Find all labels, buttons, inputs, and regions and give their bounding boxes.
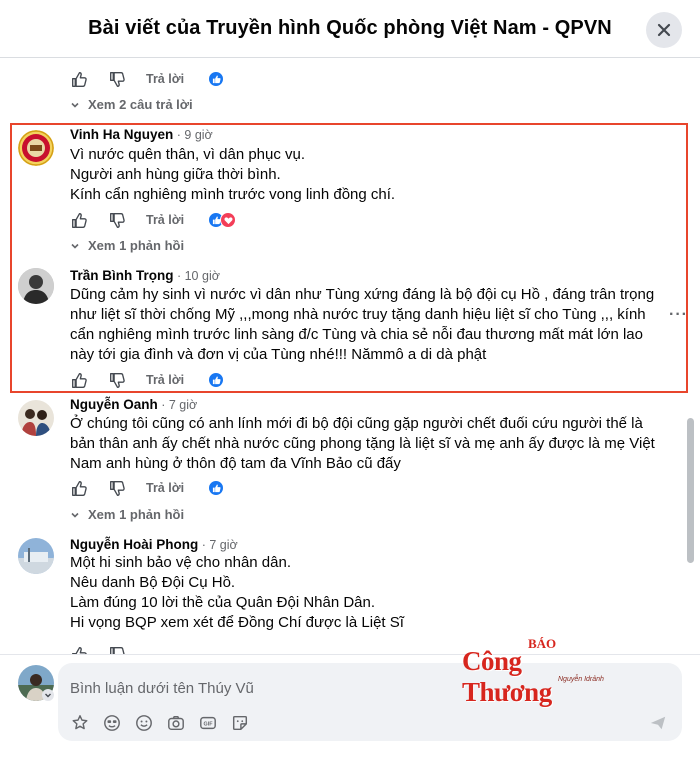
like-icon[interactable] [70,645,88,654]
view-replies-label: Xem 2 câu trả lời [88,97,193,112]
commenter-name[interactable]: Nguyễn Hoài Phong · 7 giờ [70,537,238,552]
comment-text: Ở chúng tôi cũng có anh lính mới đi bộ đ… [70,415,655,472]
chevron-down-icon [71,512,79,518]
avatar[interactable] [18,538,54,574]
sticker-icon[interactable] [230,713,250,733]
dislike-icon[interactable] [108,479,126,497]
reply-link[interactable]: Trả lời [146,72,184,86]
commenter-name[interactable]: Nguyễn Oanh · 7 giờ [70,397,197,412]
highlight-box [10,123,688,393]
like-icon[interactable] [70,479,88,497]
comment-time[interactable]: 7 giờ [169,398,197,412]
close-button[interactable] [646,12,682,48]
avatar-sticker-icon[interactable] [70,713,90,733]
like-reaction-icon [208,71,225,87]
chevron-down-icon [71,102,79,108]
comment-actions: Trả lời [70,478,225,498]
dialog-title: Bài viết của Truyền hình Quốc phòng Việt… [88,17,612,39]
like-icon[interactable] [70,70,88,88]
comment-actions: Trả lời [70,69,225,89]
avatar[interactable] [18,400,54,436]
view-replies-link[interactable]: Xem 1 phản hồi [70,507,184,522]
newspaper-logo: BÁO Công Thương Nguyễn Idrảnh [462,636,612,707]
emoji-icon[interactable] [134,713,154,733]
send-icon[interactable] [648,713,668,733]
comment-text: Một hi sinh bảo vệ cho nhân dân. Nêu dan… [70,554,404,631]
view-replies-label: Xem 1 phản hồi [88,507,185,522]
dislike-icon[interactable] [108,70,126,88]
scrollbar[interactable] [687,418,694,563]
svg-text:GIF: GIF [204,722,214,728]
camera-icon[interactable] [166,713,186,733]
emoji-face-icon[interactable] [102,713,122,733]
comment-time[interactable]: 7 giờ [209,538,237,552]
like-reaction-icon [208,480,225,496]
dislike-icon[interactable] [108,645,126,654]
chevron-down-icon[interactable] [42,689,54,701]
gif-icon[interactable]: GIF [198,713,218,733]
comment-actions [70,644,126,654]
view-replies-link[interactable]: Xem 2 câu trả lời [70,97,193,112]
reply-link[interactable]: Trả lời [146,481,184,495]
composer-tools: GIF [70,713,250,733]
dialog-header: Bài viết của Truyền hình Quốc phòng Việt… [0,0,700,58]
close-icon [657,23,671,37]
logo-subtext: Nguyễn Idrảnh [558,676,604,683]
